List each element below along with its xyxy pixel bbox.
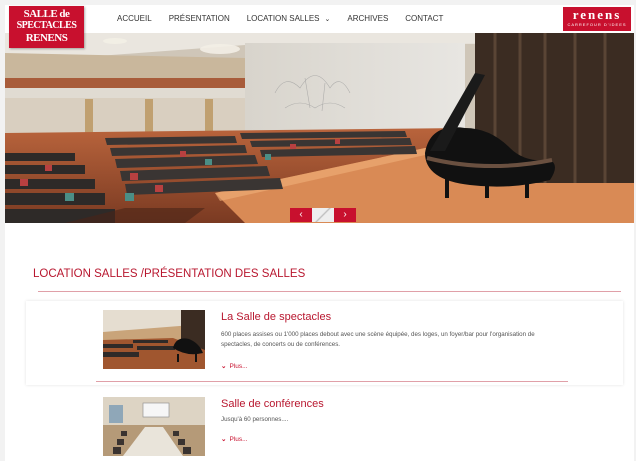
room-title-spectacles[interactable]: La Salle de spectacles xyxy=(221,311,331,323)
brand-tagline: CARREFOUR D'IDEES xyxy=(567,22,627,27)
slider-prev-button[interactable]: ‹ xyxy=(290,208,312,222)
room-description-spectacles: 600 places assises ou 1'000 places debou… xyxy=(221,331,535,348)
hero-image xyxy=(5,33,634,223)
nav-contact[interactable]: CONTACT xyxy=(405,14,443,23)
room-thumbnail-conferences[interactable] xyxy=(103,397,205,456)
slider-next-button[interactable]: › xyxy=(334,208,356,222)
more-link-spectacles[interactable]: ⌄ Plus... xyxy=(221,362,248,370)
nav-location-salles[interactable]: LOCATION SALLES ⌄ xyxy=(247,14,331,23)
nav-accueil[interactable]: ACCUEIL xyxy=(117,14,152,23)
chevron-down-icon: ⌄ xyxy=(221,436,227,443)
nav-presentation[interactable]: PRÉSENTATION xyxy=(169,14,230,23)
more-link-conferences[interactable]: ⌄ Plus... xyxy=(221,435,248,443)
main-nav: ACCUEIL PRÉSENTATION LOCATION SALLES ⌄ AR… xyxy=(117,14,460,23)
chevron-left-icon: ‹ xyxy=(299,209,303,220)
room-description-conferences: Jusqu'à 60 personnes.... xyxy=(221,416,289,423)
chevron-down-icon: ⌄ xyxy=(324,16,331,23)
section-divider xyxy=(38,291,621,292)
site-header: SALLE de SPECTACLES RENENS ACCUEIL PRÉSE… xyxy=(5,5,634,48)
logo-line-3: RENENS xyxy=(25,32,68,44)
site-logo[interactable]: SALLE de SPECTACLES RENENS xyxy=(9,6,84,48)
chevron-right-icon: › xyxy=(343,209,347,220)
brand-name: renens xyxy=(572,7,622,22)
room-thumbnail-spectacles[interactable] xyxy=(103,310,205,369)
logo-line-2: SPECTACLES xyxy=(16,20,77,31)
page: SALLE de SPECTACLES RENENS ACCUEIL PRÉSE… xyxy=(5,5,634,461)
more-link-label: Plus... xyxy=(229,436,248,443)
hero-slideshow: ‹ › xyxy=(5,33,634,223)
renens-brand-logo[interactable]: renens CARREFOUR D'IDEES xyxy=(563,7,631,31)
slider-controls: ‹ › xyxy=(290,208,356,222)
more-link-label: Plus... xyxy=(229,363,248,370)
nav-location-salles-label: LOCATION SALLES xyxy=(246,14,320,23)
chevron-down-icon: ⌄ xyxy=(221,363,227,370)
nav-archives[interactable]: ARCHIVES xyxy=(347,14,388,23)
room-card-conferences: Salle de conférences Jusqu'à 60 personne… xyxy=(26,388,623,461)
room-title-conferences[interactable]: Salle de conférences xyxy=(221,398,324,410)
card-divider xyxy=(96,381,568,382)
room-card-spectacles: La Salle de spectacles 600 places assise… xyxy=(26,301,623,385)
slider-indicator xyxy=(312,208,334,222)
logo-line-1: SALLE de xyxy=(23,8,70,20)
section-title: LOCATION SALLES /PRÉSENTATION DES SALLES xyxy=(33,268,306,280)
